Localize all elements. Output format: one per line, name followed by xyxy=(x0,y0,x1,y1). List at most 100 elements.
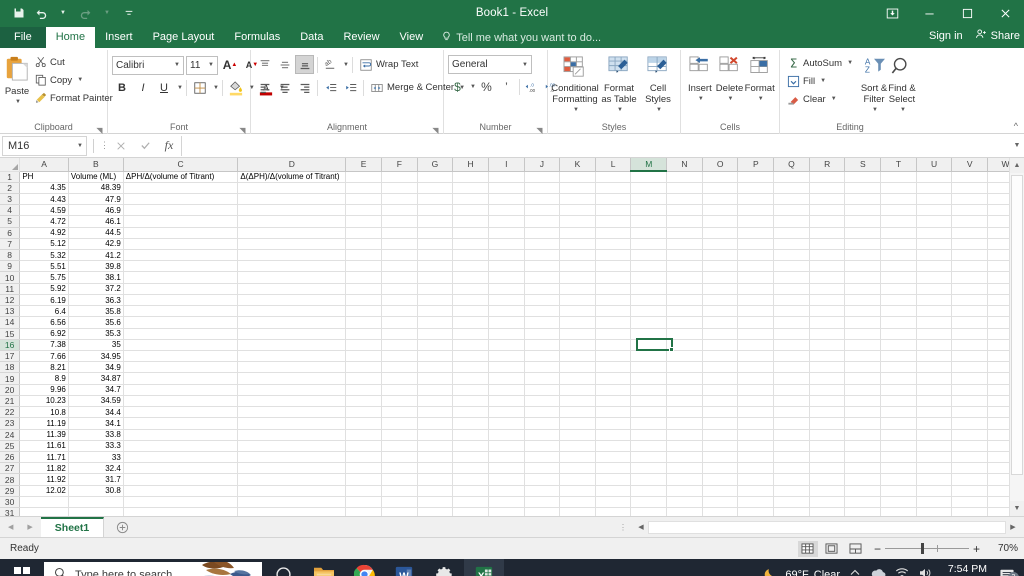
tab-file[interactable]: File xyxy=(0,27,46,48)
cell-H15[interactable] xyxy=(452,328,489,340)
cell-V19[interactable] xyxy=(951,372,989,385)
cell-E22[interactable] xyxy=(345,406,382,419)
cell-H12[interactable] xyxy=(452,294,489,307)
cell-L18[interactable] xyxy=(595,361,632,374)
cell-D13[interactable] xyxy=(237,305,347,318)
scroll-split-handle[interactable]: ⋮ xyxy=(613,523,634,532)
cell-F14[interactable] xyxy=(381,316,418,329)
cell-R29[interactable] xyxy=(809,485,846,497)
align-top-button[interactable] xyxy=(255,55,274,74)
cell-T9[interactable] xyxy=(880,260,917,273)
cell-Q26[interactable] xyxy=(773,451,810,464)
cell-V22[interactable] xyxy=(951,406,989,419)
cell-E17[interactable] xyxy=(345,350,382,363)
cell-J13[interactable] xyxy=(524,305,561,318)
cell-O26[interactable] xyxy=(702,451,739,464)
cell-O29[interactable] xyxy=(702,485,739,497)
vertical-scroll-thumb[interactable] xyxy=(1011,175,1023,475)
cell-N12[interactable] xyxy=(666,294,703,307)
cell-I31[interactable] xyxy=(488,507,525,516)
cell-Q28[interactable] xyxy=(773,473,810,486)
cell-Q19[interactable] xyxy=(773,372,810,385)
cell-I2[interactable] xyxy=(488,182,525,194)
cell-Q11[interactable] xyxy=(773,283,810,295)
cell-O12[interactable] xyxy=(702,294,739,307)
column-header-j[interactable]: J xyxy=(524,158,561,172)
cell-R8[interactable] xyxy=(809,249,846,262)
cell-T27[interactable] xyxy=(880,462,917,475)
copy-dropdown-icon[interactable]: ▼ xyxy=(77,77,83,83)
cell-V18[interactable] xyxy=(951,361,989,374)
row-header-5[interactable]: 5 xyxy=(0,215,21,228)
cell-S24[interactable] xyxy=(844,429,882,441)
cell-D12[interactable] xyxy=(237,294,347,307)
cell-I30[interactable] xyxy=(488,496,525,509)
cell-O10[interactable] xyxy=(702,271,739,284)
cell-B22[interactable]: 34.4 xyxy=(68,406,124,419)
share-button[interactable]: Share xyxy=(975,28,1020,43)
format-cells-button[interactable]: Format ▼ xyxy=(744,54,775,105)
cell-D23[interactable] xyxy=(237,417,347,430)
cell-C23[interactable] xyxy=(123,417,239,430)
cell-E5[interactable] xyxy=(345,215,382,228)
cell-U31[interactable] xyxy=(916,507,953,516)
cell-R18[interactable] xyxy=(809,361,846,374)
zoom-in-button[interactable]: + xyxy=(973,542,980,556)
orientation-button[interactable]: ab xyxy=(321,55,340,74)
cell-T18[interactable] xyxy=(880,361,917,374)
cell-O27[interactable] xyxy=(702,462,739,475)
cell-R20[interactable] xyxy=(809,384,846,396)
cell-B17[interactable]: 34.95 xyxy=(68,350,124,363)
cell-V26[interactable] xyxy=(951,451,989,464)
cell-M15[interactable] xyxy=(630,328,668,340)
format-as-table-button[interactable]: Format as Table ▼ xyxy=(598,54,640,116)
cell-L19[interactable] xyxy=(595,372,632,385)
cell-C16[interactable] xyxy=(123,339,239,352)
cell-B9[interactable]: 39.8 xyxy=(68,260,124,273)
taskbar-app-word[interactable]: W xyxy=(384,559,424,576)
cell-A11[interactable]: 5.92 xyxy=(19,283,69,295)
find-select-dropdown-icon[interactable]: ▼ xyxy=(900,105,906,116)
cell-A23[interactable]: 11.19 xyxy=(19,417,69,430)
cell-G2[interactable] xyxy=(417,182,454,194)
cell-K1[interactable] xyxy=(559,171,596,183)
cell-C15[interactable] xyxy=(123,328,239,340)
column-header-i[interactable]: I xyxy=(488,158,525,172)
cell-D1[interactable]: Δ(ΔPH)/Δ(volume of Titrant) xyxy=(237,171,347,183)
cell-P29[interactable] xyxy=(737,485,775,497)
cell-O28[interactable] xyxy=(702,473,739,486)
column-header-l[interactable]: L xyxy=(595,158,632,172)
number-dialog-launcher[interactable]: ◥ xyxy=(535,124,544,135)
cell-R21[interactable] xyxy=(809,395,846,408)
cell-A19[interactable]: 8.9 xyxy=(19,372,69,385)
cell-D6[interactable] xyxy=(237,227,347,239)
cell-O18[interactable] xyxy=(702,361,739,374)
cell-T17[interactable] xyxy=(880,350,917,363)
cell-S31[interactable] xyxy=(844,507,882,516)
cell-Q3[interactable] xyxy=(773,193,810,206)
zoom-out-button[interactable]: − xyxy=(874,542,881,556)
cell-J19[interactable] xyxy=(524,372,561,385)
cell-M2[interactable] xyxy=(630,182,668,194)
cell-G28[interactable] xyxy=(417,473,454,486)
cell-C3[interactable] xyxy=(123,193,239,206)
cell-V7[interactable] xyxy=(951,238,989,251)
cell-P19[interactable] xyxy=(737,372,775,385)
select-all-corner[interactable] xyxy=(0,158,21,172)
cell-J18[interactable] xyxy=(524,361,561,374)
cell-L23[interactable] xyxy=(595,417,632,430)
tab-page-layout[interactable]: Page Layout xyxy=(143,27,225,48)
cell-B7[interactable]: 42.9 xyxy=(68,238,124,251)
cell-S4[interactable] xyxy=(844,204,882,217)
cell-F3[interactable] xyxy=(381,193,418,206)
cell-H9[interactable] xyxy=(452,260,489,273)
cell-P2[interactable] xyxy=(737,182,775,194)
cell-A6[interactable]: 4.92 xyxy=(19,227,69,239)
add-sheet-button[interactable] xyxy=(104,517,141,537)
cell-B5[interactable]: 46.1 xyxy=(68,215,124,228)
cell-T16[interactable] xyxy=(880,339,917,352)
cell-G23[interactable] xyxy=(417,417,454,430)
row-header-12[interactable]: 12 xyxy=(0,294,21,307)
font-size-dropdown-icon[interactable]: ▼ xyxy=(208,62,214,68)
cell-R2[interactable] xyxy=(809,182,846,194)
